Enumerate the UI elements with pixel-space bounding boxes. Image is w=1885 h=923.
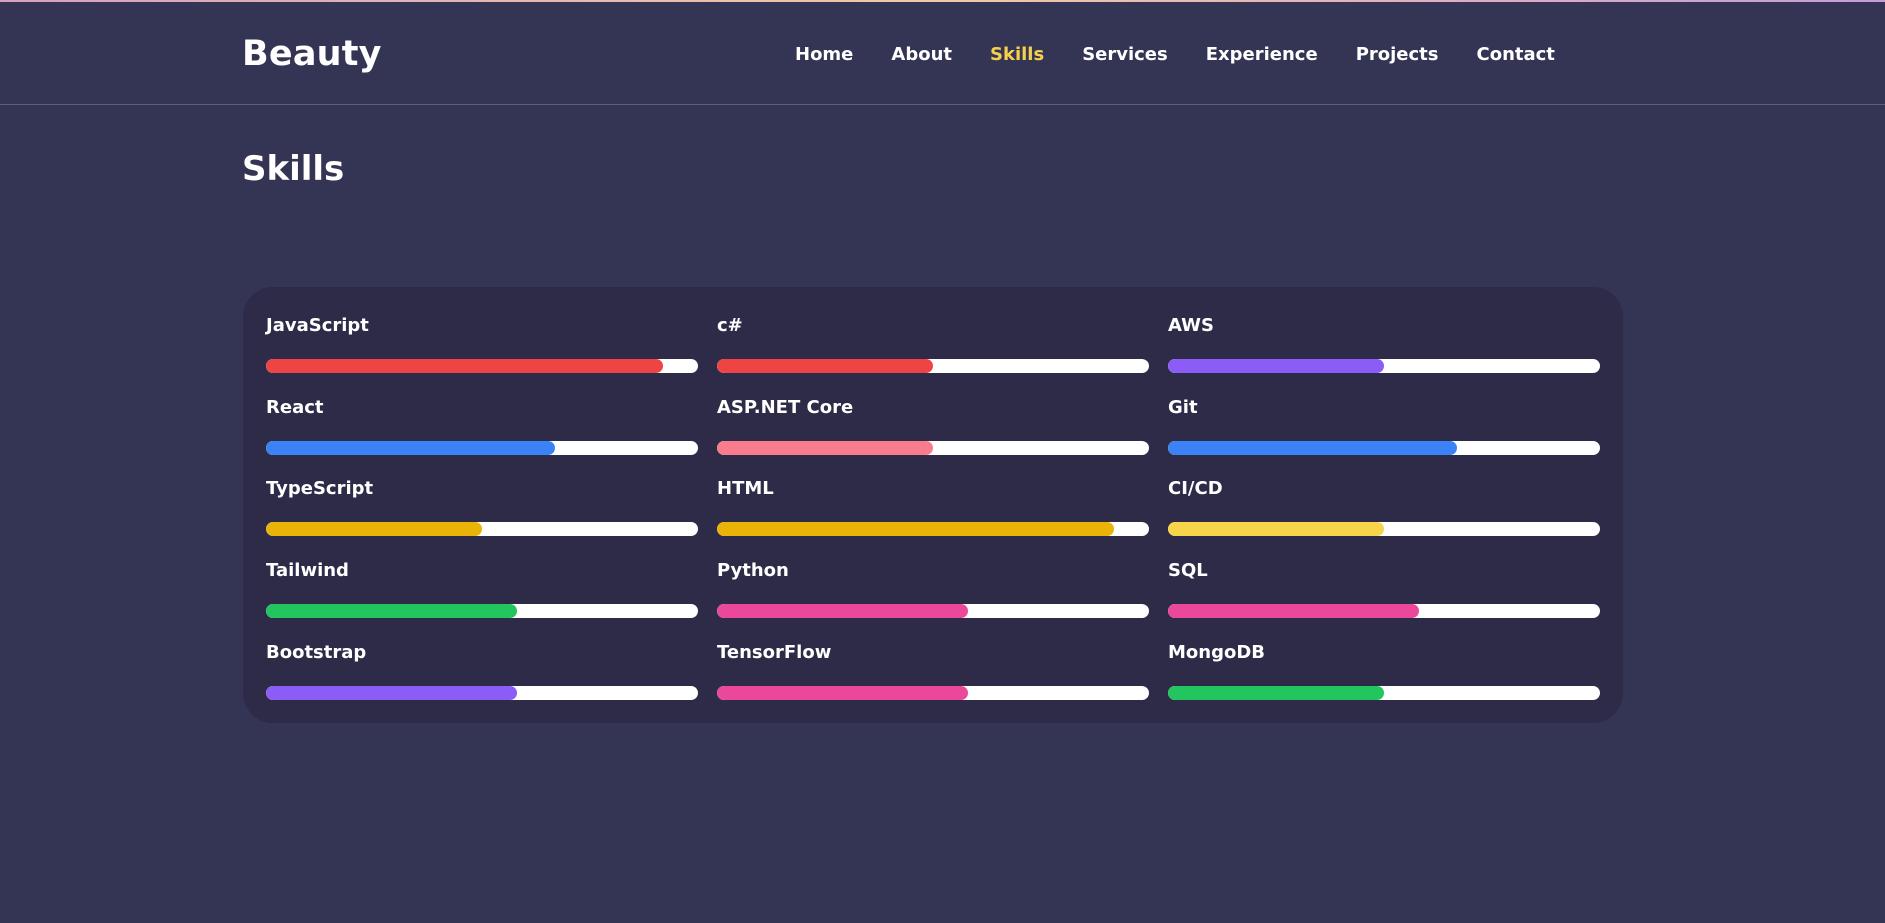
skill-item-sql: SQL	[1168, 559, 1600, 629]
skill-item-javascript: JavaScript	[266, 314, 698, 384]
skill-name: TypeScript	[266, 478, 374, 499]
skill-name: Tailwind	[266, 560, 349, 581]
skill-item-react: React	[266, 396, 698, 466]
skill-item-bootstrap: Bootstrap	[266, 641, 698, 711]
skill-name: c#	[717, 315, 743, 336]
skill-progress-fill	[266, 604, 517, 618]
skill-name: Bootstrap	[266, 642, 367, 663]
skill-progress-track	[1168, 686, 1600, 700]
skill-item-python: Python	[717, 559, 1149, 629]
page-title: Skills	[242, 149, 345, 189]
skill-progress-track	[717, 686, 1149, 700]
skill-item-mongodb: MongoDB	[1168, 641, 1600, 711]
skill-name: Git	[1168, 397, 1198, 418]
skill-name: HTML	[717, 478, 774, 499]
skill-progress-track	[1168, 359, 1600, 373]
site-header: Beauty Home About Skills Services Experi…	[0, 2, 1885, 105]
main-nav: Home About Skills Services Experience Pr…	[795, 42, 1593, 68]
skill-progress-fill	[717, 441, 933, 455]
nav-item-experience[interactable]: Experience	[1206, 42, 1318, 68]
nav-item-skills[interactable]: Skills	[990, 42, 1044, 68]
skill-item-html: HTML	[717, 477, 1149, 547]
skill-progress-track	[266, 359, 698, 373]
skill-item-asp-net-core: ASP.NET Core	[717, 396, 1149, 466]
skill-progress-fill	[1168, 522, 1384, 536]
skill-progress-track	[266, 522, 698, 536]
skill-progress-fill	[266, 522, 482, 536]
skill-progress-fill	[1168, 441, 1458, 455]
skill-progress-fill	[266, 359, 664, 373]
nav-item-projects[interactable]: Projects	[1356, 42, 1439, 68]
skill-name: JavaScript	[266, 315, 369, 336]
skill-progress-track	[717, 522, 1149, 536]
skill-progress-track	[266, 686, 698, 700]
skill-item-git: Git	[1168, 396, 1600, 466]
skill-name: CI/CD	[1168, 478, 1223, 499]
skill-name: ASP.NET Core	[717, 397, 854, 418]
skill-item-aws: AWS	[1168, 314, 1600, 384]
skill-progress-fill	[1168, 359, 1384, 373]
skill-item-ci-cd: CI/CD	[1168, 477, 1600, 547]
skill-name: AWS	[1168, 315, 1214, 336]
nav-item-contact[interactable]: Contact	[1477, 42, 1555, 68]
site-logo[interactable]: Beauty	[242, 32, 382, 76]
skills-card: JavaScript c# AWS React ASP.NET Core Git TypeS…	[243, 287, 1623, 723]
nav-item-about[interactable]: About	[891, 42, 952, 68]
skill-progress-track	[1168, 522, 1600, 536]
skill-item-tailwind: Tailwind	[266, 559, 698, 629]
skill-item-tensorflow: TensorFlow	[717, 641, 1149, 711]
skill-progress-fill	[717, 604, 968, 618]
nav-item-services[interactable]: Services	[1082, 42, 1168, 68]
skill-progress-fill	[717, 686, 968, 700]
skill-progress-track	[1168, 441, 1600, 455]
skill-progress-fill	[1168, 604, 1419, 618]
skill-progress-fill	[717, 359, 933, 373]
skill-progress-fill	[266, 441, 556, 455]
skill-name: React	[266, 397, 324, 418]
skill-progress-track	[266, 604, 698, 618]
skill-name: Python	[717, 560, 789, 581]
skill-progress-track	[1168, 604, 1600, 618]
skill-progress-track	[717, 604, 1149, 618]
skill-progress-fill	[717, 522, 1115, 536]
skill-progress-track	[717, 441, 1149, 455]
skill-name: SQL	[1168, 560, 1208, 581]
skill-item-c: c#	[717, 314, 1149, 384]
skill-progress-track	[717, 359, 1149, 373]
skill-progress-fill	[1168, 686, 1384, 700]
skill-progress-fill	[266, 686, 517, 700]
skill-name: TensorFlow	[717, 642, 832, 663]
skill-name: MongoDB	[1168, 642, 1266, 663]
nav-item-home[interactable]: Home	[795, 42, 853, 68]
skill-progress-track	[266, 441, 698, 455]
skill-item-typescript: TypeScript	[266, 477, 698, 547]
